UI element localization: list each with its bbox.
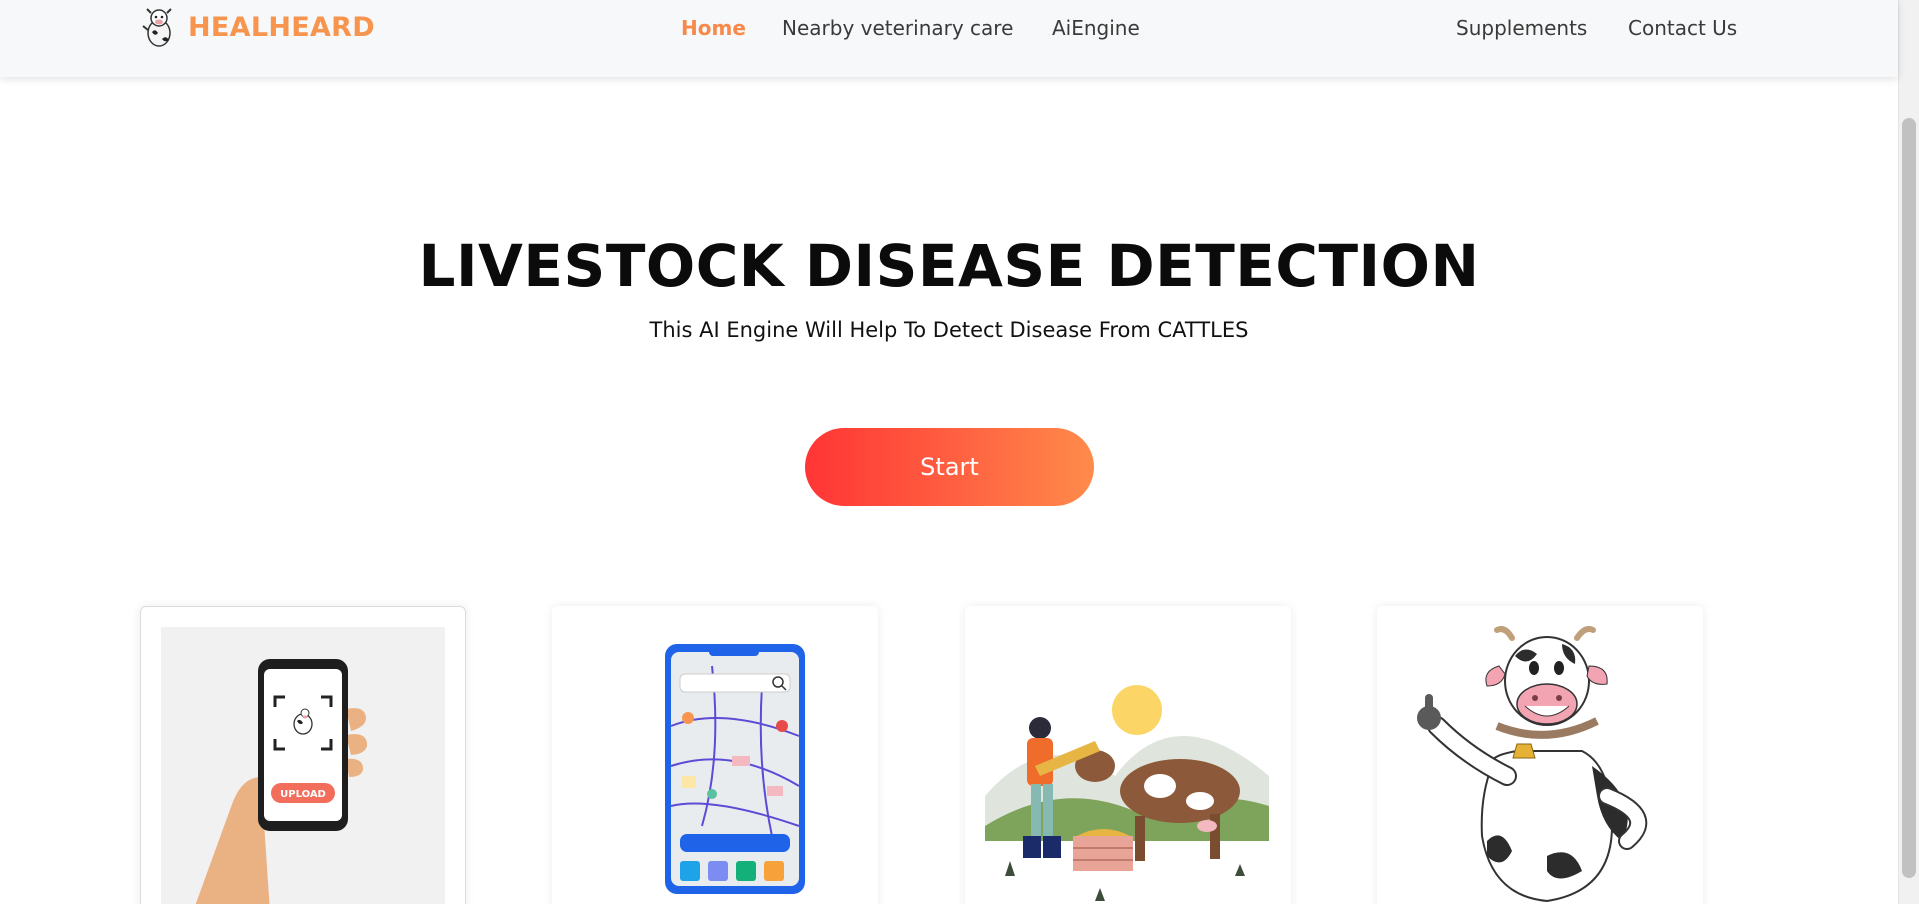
start-button[interactable]: Start (805, 428, 1094, 506)
feature-card-supplements[interactable] (1377, 606, 1703, 904)
cartoon-cow-image (1417, 626, 1648, 903)
farmer-feeding-cow-illustration (985, 626, 1269, 904)
navbar: HEALHEARD Home Nearby veterinary care Ai… (0, 0, 1898, 77)
farmer-cow-image (985, 685, 1269, 904)
nav-nearby-veterinary-care[interactable]: Nearby veterinary care (782, 16, 1013, 40)
feature-card-upload[interactable]: UPLOAD (140, 606, 466, 904)
map-app-illustration (572, 626, 856, 904)
cartoon-cow-thumbs-up-illustration (1397, 626, 1681, 904)
hero-subtitle: This AI Engine Will Help To Detect Disea… (649, 318, 1249, 342)
feature-card-ai-engine[interactable] (965, 606, 1291, 904)
hero-title: LIVESTOCK DISEASE DETECTION (418, 232, 1480, 300)
nav-supplements[interactable]: Supplements (1456, 16, 1587, 40)
cow-logo-icon (142, 8, 172, 47)
brand-name: HEALHEARD (188, 11, 375, 43)
feature-card-nearby-care[interactable] (552, 606, 878, 904)
phone-upload-image: UPLOAD (195, 659, 368, 904)
nav-aiengine[interactable]: AiEngine (1052, 16, 1140, 40)
map-app-image (665, 644, 805, 894)
phone-upload-illustration: UPLOAD (161, 627, 445, 904)
brand[interactable]: HEALHEARD (140, 6, 375, 48)
page-scrollbar[interactable] (1898, 0, 1919, 904)
scrollbar-thumb[interactable] (1902, 118, 1916, 878)
upload-label: UPLOAD (280, 789, 326, 800)
nav-contact-us[interactable]: Contact Us (1628, 16, 1737, 40)
nav-home[interactable]: Home (681, 16, 746, 40)
